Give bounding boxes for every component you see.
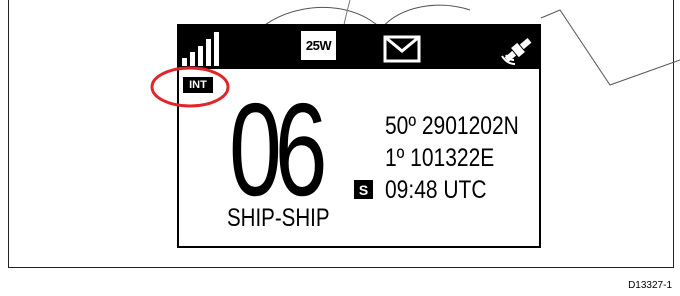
latitude-readout: 50º 2901202N xyxy=(385,112,519,140)
longitude-readout: 1º 101322E xyxy=(385,144,495,172)
radio-display-screen: 25W INT 06 SHIP-SHIP 50º 2901202N 1º 101… xyxy=(177,24,541,248)
satellite-icon xyxy=(501,38,532,65)
utc-time-readout: 09:48 UTC xyxy=(385,176,487,204)
highlight-circle xyxy=(150,66,230,108)
time-source-badge: S xyxy=(354,180,373,199)
channel-name: SHIP-SHIP xyxy=(227,204,330,232)
transmit-power-label: 25W xyxy=(305,38,332,53)
envelope-icon xyxy=(383,35,421,63)
signal-bars-icon xyxy=(182,32,219,66)
channel-number: 06 xyxy=(229,76,328,223)
figure-reference-code: D13327-1 xyxy=(628,280,672,291)
transmit-power-indicator: 25W xyxy=(300,30,337,61)
